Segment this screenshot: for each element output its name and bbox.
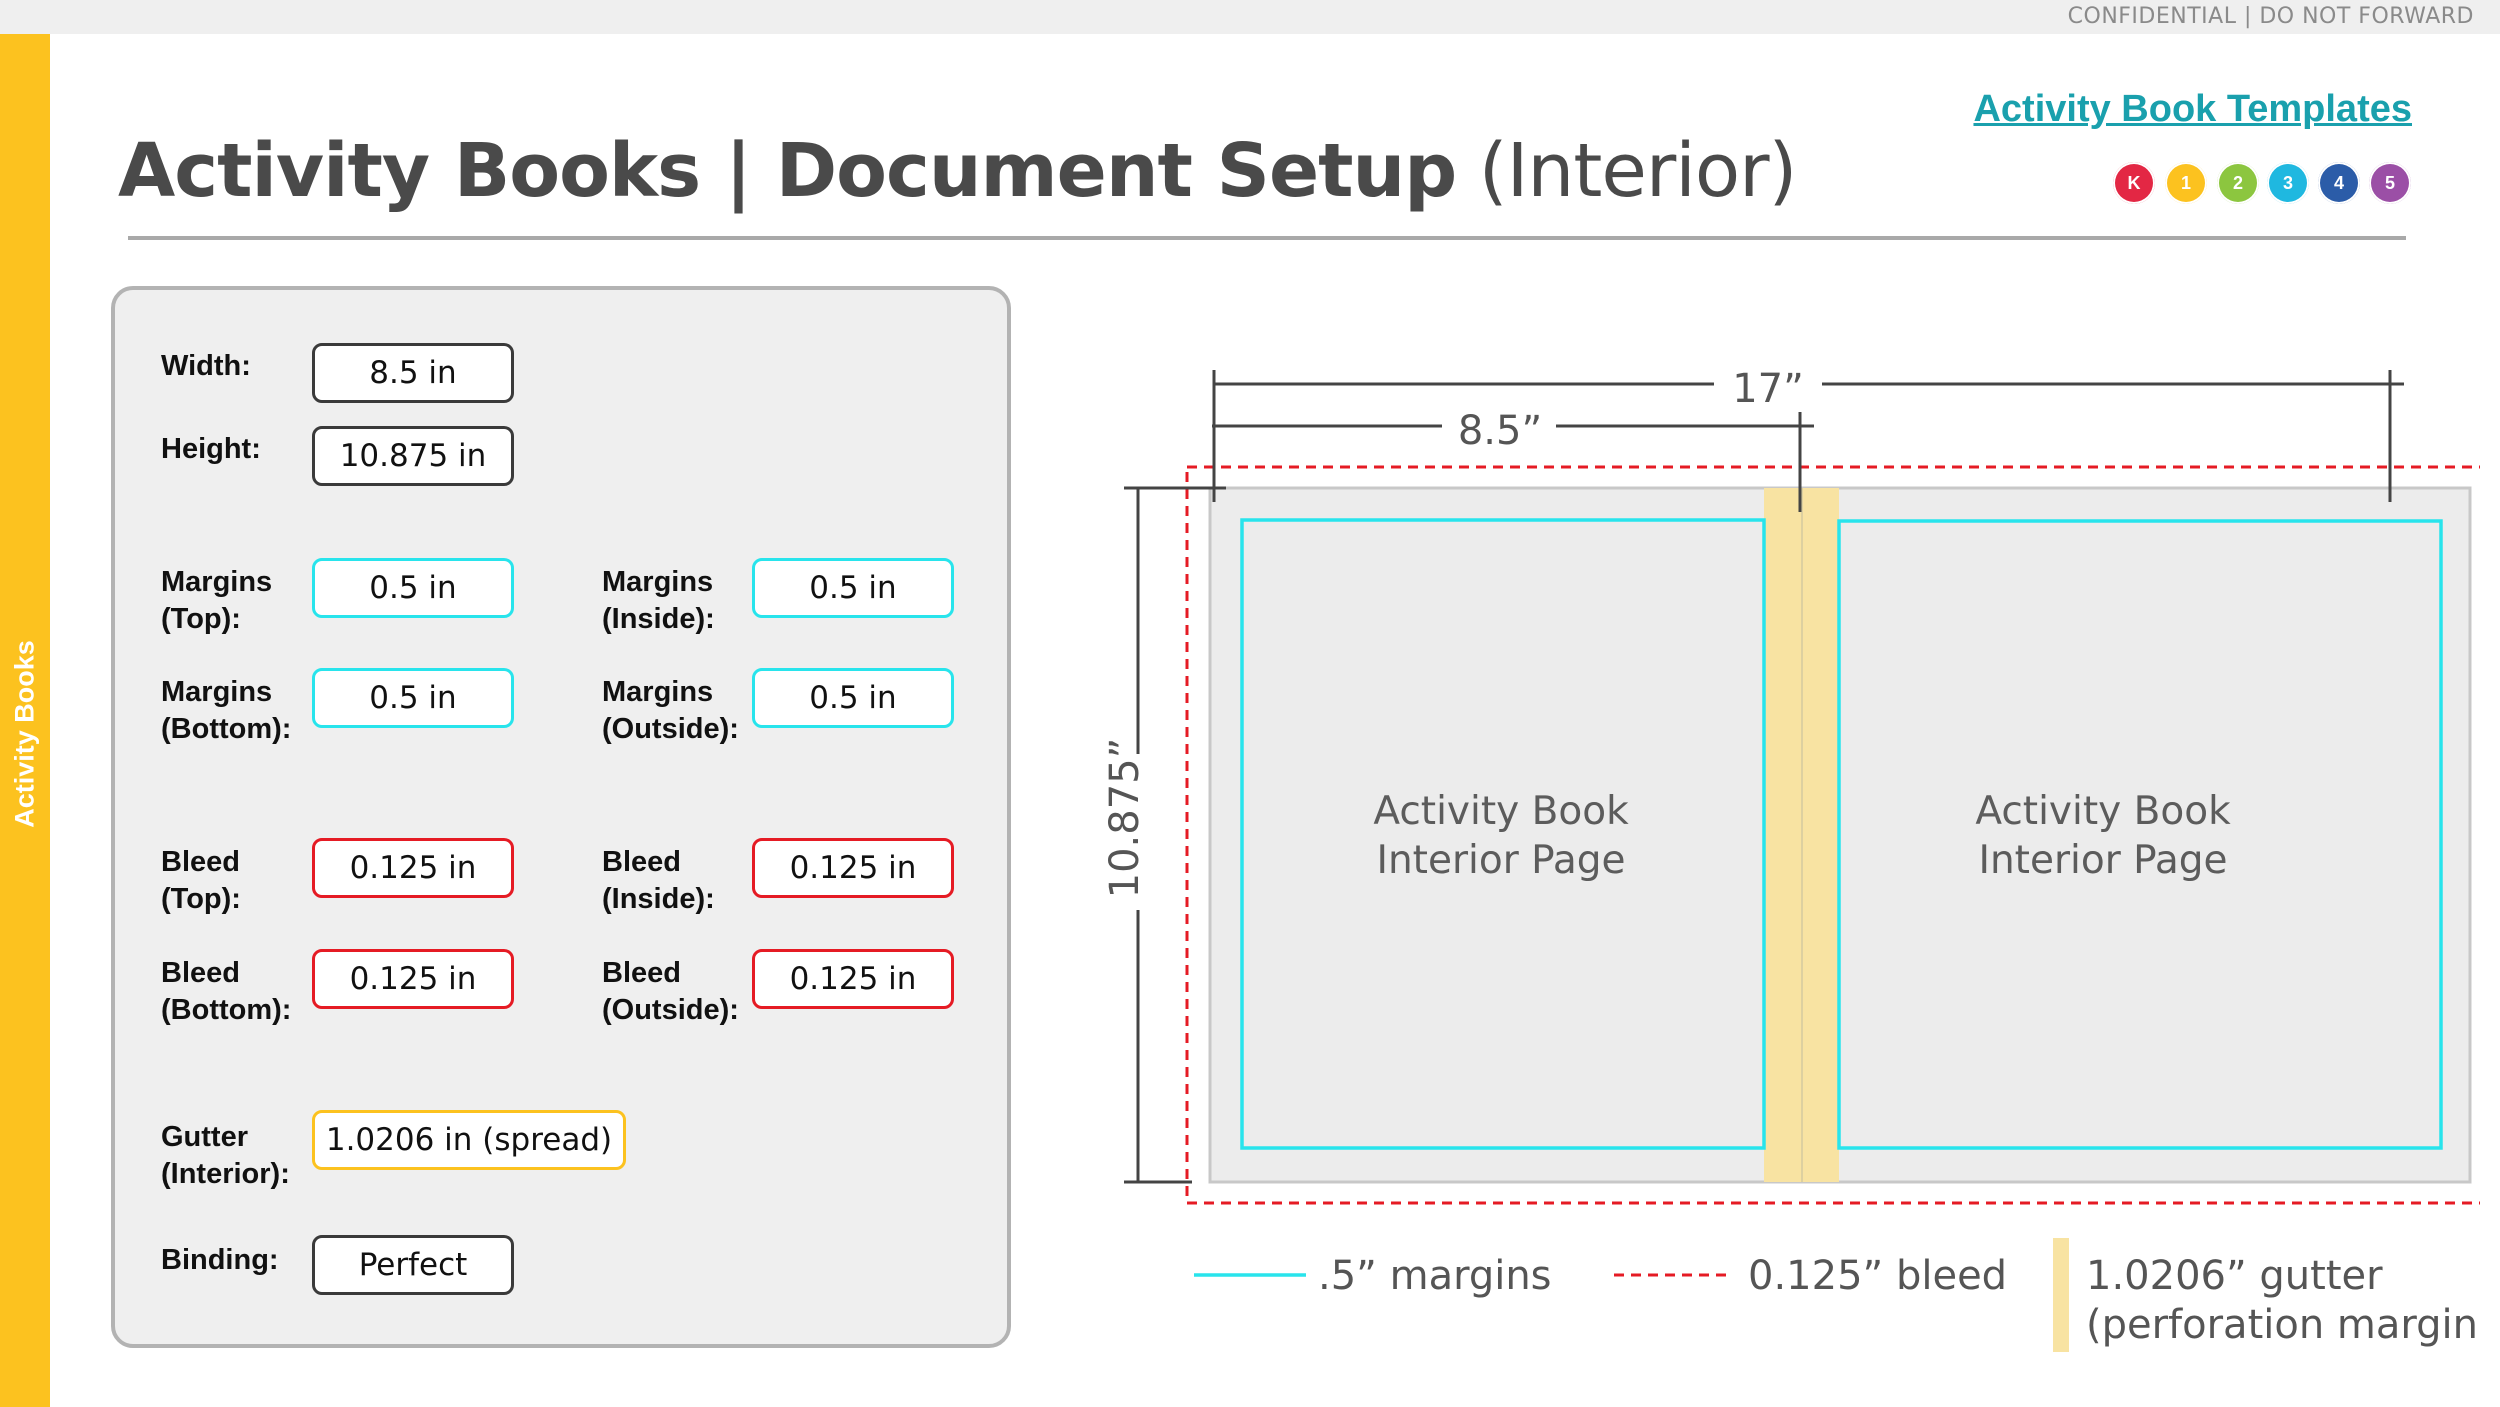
grade-badge-k[interactable]: K bbox=[2113, 162, 2155, 204]
bleed-top-value: 0.125 in bbox=[312, 838, 514, 898]
height-value: 10.875 in bbox=[312, 426, 514, 486]
binding-label: Binding: bbox=[161, 1244, 279, 1276]
margins-bottom-label: Margins (Bottom): bbox=[161, 676, 292, 745]
bleed-inside-label: Bleed (Inside): bbox=[602, 846, 715, 915]
top-bar: CONFIDENTIAL | DO NOT FORWARD bbox=[0, 0, 2500, 34]
page-title: Activity Books | Document Setup (Interio… bbox=[118, 128, 1798, 214]
sidebar: Activity Books bbox=[0, 34, 50, 1407]
width-label: Width: bbox=[161, 350, 251, 382]
bleed-inside-value: 0.125 in bbox=[752, 838, 954, 898]
grade-badge-4[interactable]: 4 bbox=[2318, 162, 2360, 204]
margins-bottom-value: 0.5 in bbox=[312, 668, 514, 728]
grade-badges: K 1 2 3 4 5 bbox=[2113, 162, 2433, 204]
grade-badge-5[interactable]: 5 bbox=[2369, 162, 2411, 204]
document-settings-panel: Width: 8.5 in Height: 10.875 in Margins(… bbox=[111, 286, 1011, 1348]
margins-top-label: Margins (Top): bbox=[161, 566, 273, 635]
binding-value: Perfect bbox=[312, 1235, 514, 1295]
legend-gutter-sublabel: (perforation margin) bbox=[2086, 1302, 2480, 1348]
legend-gutter-label: 1.0206” gutter bbox=[2086, 1253, 2383, 1299]
grade-badge-3[interactable]: 3 bbox=[2267, 162, 2309, 204]
right-page-title: Activity Book bbox=[1975, 789, 2231, 834]
left-page-title: Activity Book bbox=[1373, 789, 1629, 834]
margins-outside-value: 0.5 in bbox=[752, 668, 954, 728]
bleed-top-label: Bleed (Top): bbox=[161, 846, 241, 915]
page-title-main: Activity Books | Document Setup bbox=[118, 128, 1457, 214]
spread-width-dimension bbox=[1212, 370, 2404, 502]
page-width-label: 8.5” bbox=[1458, 408, 1542, 454]
page-height-label: 10.875” bbox=[1102, 738, 1148, 899]
height-label: Height: bbox=[161, 433, 261, 465]
bleed-outside-value: 0.125 in bbox=[752, 949, 954, 1009]
legend-bleed-label: 0.125” bleed bbox=[1748, 1253, 2007, 1299]
width-value: 8.5 in bbox=[312, 343, 514, 403]
title-divider bbox=[128, 236, 2406, 240]
sidebar-label: Activity Books bbox=[9, 640, 40, 828]
bleed-bottom-value: 0.125 in bbox=[312, 949, 514, 1009]
margins-inside-label: Margins (Inside): bbox=[602, 566, 715, 635]
grade-badge-2[interactable]: 2 bbox=[2217, 162, 2259, 204]
margins-top-value: 0.5 in bbox=[312, 558, 514, 618]
left-page-subtitle: Interior Page bbox=[1376, 838, 1625, 883]
legend-margins-label: .5” margins bbox=[1318, 1253, 1552, 1299]
grade-badge-1[interactable]: 1 bbox=[2165, 162, 2207, 204]
page-title-sub: (Interior) bbox=[1478, 128, 1798, 214]
legend-gutter-swatch bbox=[2053, 1238, 2069, 1352]
spread-width-label: 17” bbox=[1732, 366, 1804, 412]
gutter-label: Gutter (Interior): bbox=[161, 1121, 290, 1190]
bleed-outside-label: Bleed (Outside): bbox=[602, 957, 739, 1026]
spread-diagram: Activity Book Interior Page Activity Boo… bbox=[1102, 366, 2480, 1352]
bleed-bottom-label: Bleed (Bottom): bbox=[161, 957, 292, 1026]
right-page-subtitle: Interior Page bbox=[1978, 838, 2227, 883]
margins-inside-value: 0.5 in bbox=[752, 558, 954, 618]
gutter-value: 1.0206 in (spread) bbox=[312, 1110, 626, 1170]
confidential-notice: CONFIDENTIAL | DO NOT FORWARD bbox=[2067, 4, 2474, 29]
activity-book-templates-link[interactable]: Activity Book Templates bbox=[1973, 88, 2412, 131]
margins-outside-label: Margins (Outside): bbox=[602, 676, 739, 745]
